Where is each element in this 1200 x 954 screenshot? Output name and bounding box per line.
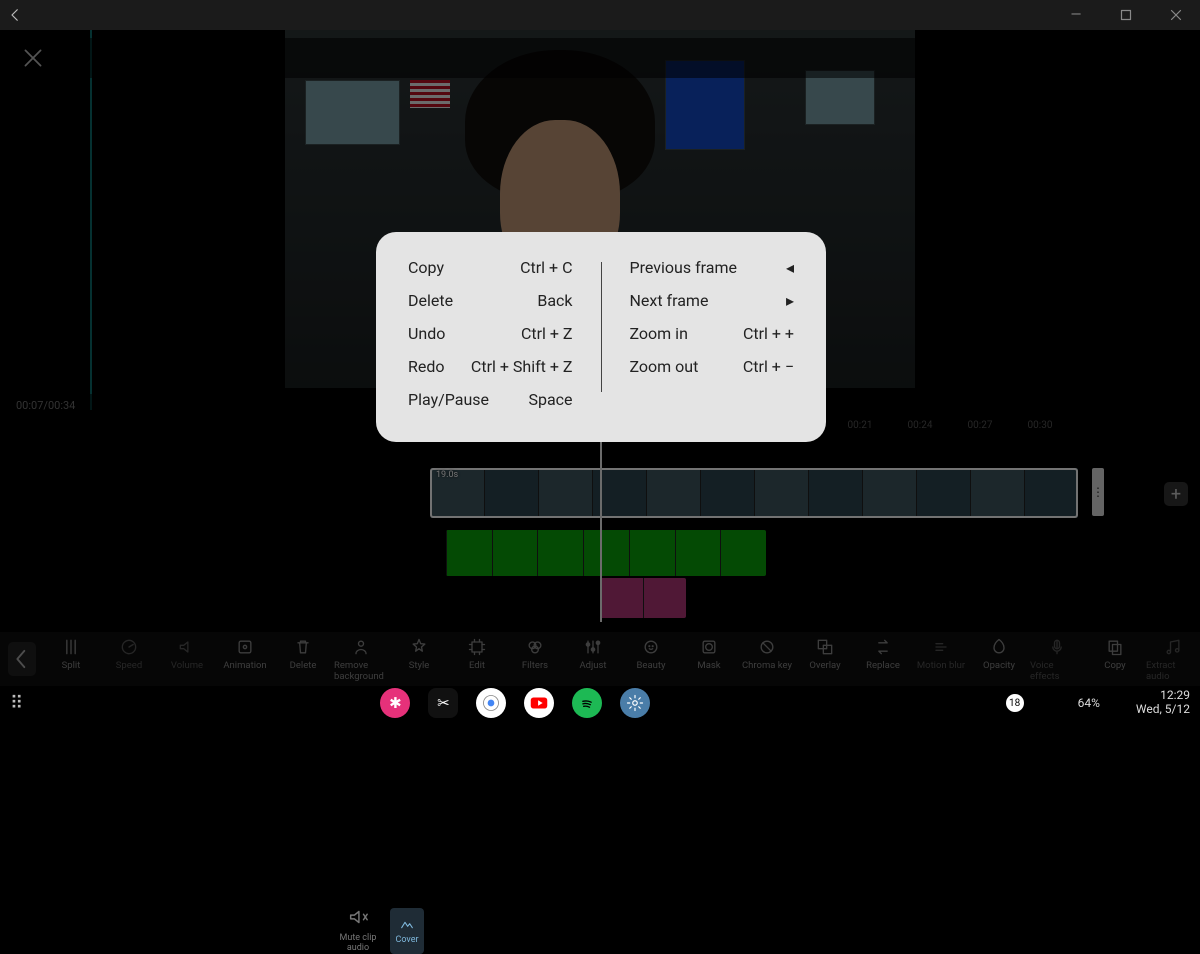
overlay-clip-2[interactable] bbox=[600, 578, 686, 618]
tool-overlay[interactable]: Overlay bbox=[798, 637, 852, 682]
notification-count-badge[interactable]: 18 bbox=[1006, 694, 1024, 712]
tool-filters[interactable]: Filters bbox=[508, 637, 562, 682]
main-video-clip[interactable]: 19.0s bbox=[430, 468, 1078, 518]
clip-duration-label: 19.0s bbox=[436, 470, 458, 480]
app-icon-youtube[interactable] bbox=[524, 688, 554, 718]
shortcut-row: CopyCtrl + C bbox=[408, 258, 573, 277]
window-minimize-button[interactable]: — bbox=[1058, 1, 1094, 29]
timeline-playhead[interactable] bbox=[600, 420, 602, 622]
window-titlebar: — bbox=[0, 0, 1200, 30]
shortcut-row: Zoom inCtrl + + bbox=[630, 324, 795, 343]
mute-icon[interactable] bbox=[347, 906, 369, 928]
back-icon[interactable] bbox=[6, 6, 24, 24]
shortcut-row: Play/PauseSpace bbox=[408, 390, 573, 409]
tool-copy[interactable]: Copy bbox=[1088, 637, 1142, 682]
tool-remove-bg[interactable]: Remove background bbox=[334, 637, 388, 682]
shortcut-row: Previous frame◂ bbox=[630, 258, 795, 277]
battery-percent: 64% bbox=[1078, 696, 1100, 710]
tool-replace[interactable]: Replace bbox=[856, 637, 910, 682]
app-icon-spotify[interactable] bbox=[572, 688, 602, 718]
tool-extract[interactable]: Extract audio bbox=[1146, 637, 1200, 682]
tool-beauty[interactable]: Beauty bbox=[624, 637, 678, 682]
overlay-clip-greenscreen[interactable] bbox=[446, 530, 766, 576]
tool-voice[interactable]: Voice effects bbox=[1030, 637, 1084, 682]
toolbar-collapse-button[interactable] bbox=[8, 642, 36, 676]
taskbar-clock[interactable]: 12:29 Wed, 5/12 bbox=[1136, 689, 1190, 717]
track-side-controls: Mute clip audio bbox=[336, 906, 380, 954]
keyboard-shortcuts-popup: CopyCtrl + C DeleteBack UndoCtrl + Z RedoCt… bbox=[376, 232, 826, 442]
system-taskbar: ⠿ ✱ ✂ 18 64% 12:29 Wed, 5/12 bbox=[0, 686, 1200, 720]
mute-label: Mute clip audio bbox=[336, 934, 380, 954]
shortcut-row: Next frame▸ bbox=[630, 291, 795, 310]
tool-motion[interactable]: Motion blur bbox=[914, 637, 968, 682]
window-maximize-button[interactable] bbox=[1108, 1, 1144, 29]
tool-adjust[interactable]: Adjust bbox=[566, 637, 620, 682]
tool-animation[interactable]: Animation bbox=[218, 637, 272, 682]
shortcut-row: Zoom outCtrl + − bbox=[630, 357, 795, 376]
app-icon-capcut[interactable]: ✂ bbox=[428, 688, 458, 718]
app-icon-settings[interactable] bbox=[620, 688, 650, 718]
tool-chroma[interactable]: Chroma key bbox=[740, 637, 794, 682]
tool-split[interactable]: Split bbox=[44, 637, 98, 682]
crop-guide-line bbox=[90, 30, 92, 410]
top-controls bbox=[0, 38, 1200, 78]
apps-grid-icon[interactable]: ⠿ bbox=[10, 693, 25, 714]
clip-handle[interactable]: ⋮ bbox=[1092, 468, 1104, 516]
shortcut-row: DeleteBack bbox=[408, 291, 573, 310]
tool-mask[interactable]: Mask bbox=[682, 637, 736, 682]
playback-time: 00:07/00:34 bbox=[16, 399, 75, 412]
shortcut-row: RedoCtrl + Shift + Z bbox=[408, 357, 573, 376]
add-clip-button[interactable]: + bbox=[1164, 482, 1188, 506]
tool-style[interactable]: Style bbox=[392, 637, 446, 682]
close-editor-button[interactable] bbox=[20, 45, 46, 71]
window-close-button[interactable] bbox=[1158, 1, 1194, 29]
cover-button[interactable]: Cover bbox=[390, 908, 424, 954]
tool-volume[interactable]: Volume bbox=[160, 637, 214, 682]
app-icon-gallery[interactable]: ✱ bbox=[380, 688, 410, 718]
tool-opacity[interactable]: Opacity bbox=[972, 637, 1026, 682]
tool-delete[interactable]: Delete bbox=[276, 637, 330, 682]
shortcut-row: UndoCtrl + Z bbox=[408, 324, 573, 343]
edit-toolbar: SplitSpeedVolumeAnimationDeleteRemove ba… bbox=[0, 632, 1200, 686]
app-icon-chrome[interactable] bbox=[476, 688, 506, 718]
tool-edit[interactable]: Edit bbox=[450, 637, 504, 682]
tool-speed[interactable]: Speed bbox=[102, 637, 156, 682]
